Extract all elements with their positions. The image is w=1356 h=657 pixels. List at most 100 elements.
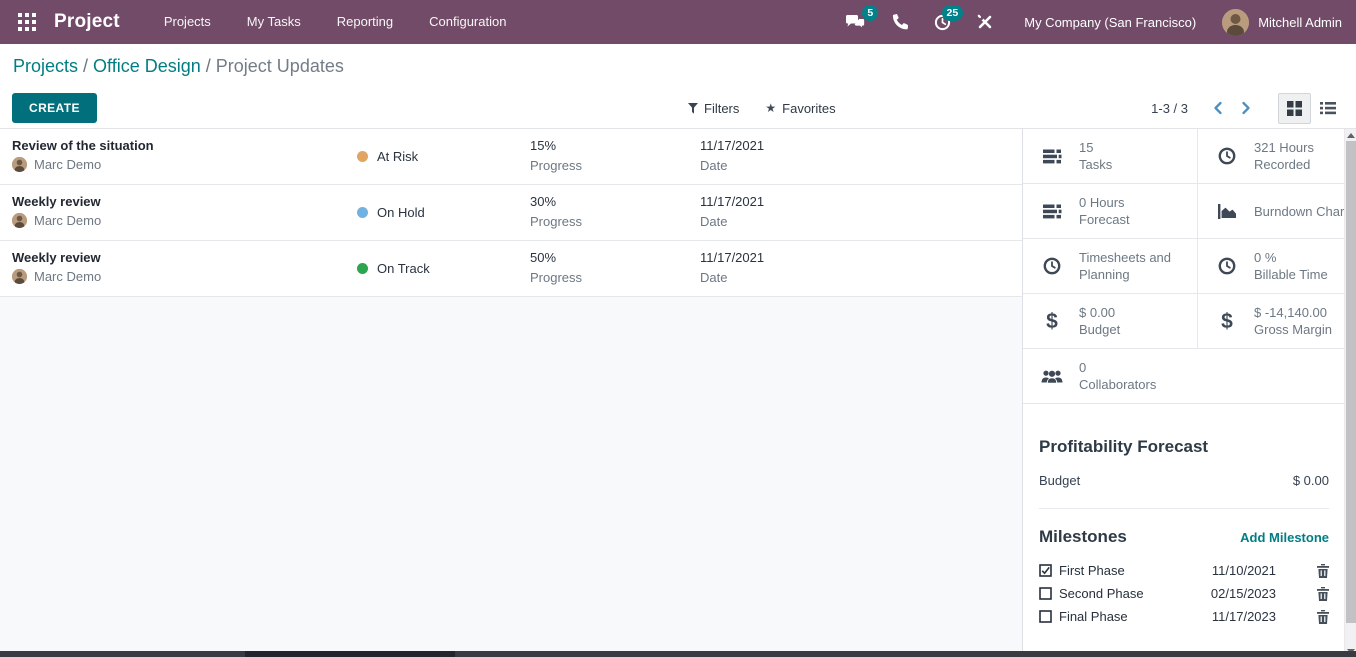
status-block: On Track <box>357 241 430 296</box>
stat-label: Forecast <box>1079 212 1130 227</box>
status-label: On Track <box>377 261 430 276</box>
author-avatar <box>12 213 27 228</box>
main-area: Review of the situation Marc Demo At Ris… <box>0 129 1356 657</box>
update-row[interactable]: Weekly review Marc Demo On Hold 30% Prog… <box>0 185 1022 241</box>
milestones-list: First Phase 11/10/2021 Second Phase 02 <box>1039 559 1329 628</box>
stat-value: 0 Hours <box>1079 195 1125 210</box>
update-row[interactable]: Review of the situation Marc Demo At Ris… <box>0 129 1022 185</box>
date-value: 11/17/2021 <box>700 138 764 153</box>
milestone-date: 02/15/2023 <box>1200 586 1276 601</box>
app-title: Project <box>54 11 120 33</box>
activities-icon[interactable]: 25 <box>921 14 964 31</box>
dollar-icon: $ <box>1040 311 1064 332</box>
messages-icon[interactable]: 5 <box>832 14 879 31</box>
apps-grid-icon[interactable] <box>12 13 42 31</box>
date-block: 11/17/2021 Date <box>700 250 764 285</box>
milestone-row: First Phase 11/10/2021 <box>1039 559 1329 582</box>
stat-gross-margin[interactable]: $ $ -14,140.00Gross Margin <box>1197 294 1356 349</box>
scrollbar-thumb[interactable] <box>1346 141 1356 623</box>
profitability-title: Profitability Forecast <box>1039 437 1329 457</box>
list-view-button[interactable] <box>1311 93 1344 124</box>
progress-value: 30% <box>530 194 582 209</box>
stat-budget[interactable]: $ $ 0.00 Budget <box>1023 294 1197 349</box>
menu-configuration[interactable]: Configuration <box>411 0 524 44</box>
update-row[interactable]: Weekly review Marc Demo On Track 50% Pro… <box>0 241 1022 297</box>
stat-value: $ 0.00 <box>1079 305 1115 320</box>
messages-badge: 5 <box>862 5 878 22</box>
stat-hours-forecast[interactable]: 0 Hours Forecast <box>1023 184 1197 239</box>
filters-label: Filters <box>704 101 739 116</box>
menu-reporting[interactable]: Reporting <box>319 0 411 44</box>
milestone-name[interactable]: First Phase <box>1059 563 1200 578</box>
stat-billable-time[interactable]: 0 %Billable Time <box>1197 239 1356 294</box>
date-value: 11/17/2021 <box>700 250 764 265</box>
add-milestone-link[interactable]: Add Milestone <box>1240 530 1329 545</box>
company-switcher[interactable]: My Company (San Francisco) <box>1024 15 1196 30</box>
breadcrumb-current: Project Updates <box>216 56 344 76</box>
menu-my-tasks[interactable]: My Tasks <box>229 0 319 44</box>
breadcrumb-projects[interactable]: Projects <box>13 56 78 76</box>
trash-icon[interactable] <box>1317 564 1329 578</box>
progress-value: 50% <box>530 250 582 265</box>
milestone-checkbox[interactable] <box>1039 610 1052 623</box>
date-label: Date <box>700 158 764 173</box>
status-dot <box>357 151 368 162</box>
milestone-date: 11/17/2023 <box>1200 609 1276 624</box>
kanban-view-button[interactable] <box>1278 93 1311 124</box>
control-bar: CREATE Filters ★ Favorites 1-3 / 3 <box>0 88 1356 129</box>
stat-hours-recorded[interactable]: 321 HoursRecorded <box>1197 129 1356 184</box>
top-navbar: Project Projects My Tasks Reporting Conf… <box>0 0 1356 44</box>
breadcrumb-row: Projects/Office Design/Project Updates <box>0 44 1356 88</box>
stat-value: 321 Hours <box>1254 140 1314 155</box>
pager-previous-icon[interactable] <box>1204 97 1232 119</box>
updates-list: Review of the situation Marc Demo At Ris… <box>0 129 1022 657</box>
stat-label: Budget <box>1079 322 1120 337</box>
filters-button[interactable]: Filters <box>688 101 739 116</box>
panel-scrollbar[interactable] <box>1344 129 1356 657</box>
scrollbar-up-icon[interactable] <box>1345 129 1356 141</box>
milestone-name[interactable]: Second Phase <box>1059 586 1200 601</box>
menu-projects[interactable]: Projects <box>146 0 229 44</box>
author-name: Marc Demo <box>34 213 101 228</box>
stat-value: 15 <box>1079 140 1093 155</box>
tasks-icon <box>1040 204 1064 219</box>
date-block: 11/17/2021 Date <box>700 194 764 229</box>
progress-label: Progress <box>530 214 582 229</box>
status-dot <box>357 207 368 218</box>
stat-timesheets-planning[interactable]: Timesheets and Planning <box>1023 239 1197 294</box>
kanban-icon <box>1287 101 1302 116</box>
stat-label: Collaborators <box>1079 377 1156 392</box>
milestone-checkbox[interactable] <box>1039 564 1052 577</box>
favorites-button[interactable]: ★ Favorites <box>765 101 835 116</box>
clock-icon <box>1215 257 1239 275</box>
user-menu[interactable]: Mitchell Admin <box>1222 9 1342 36</box>
progress-block: 30% Progress <box>530 194 582 229</box>
view-switcher <box>1278 93 1344 124</box>
profitability-budget-label: Budget <box>1039 473 1080 488</box>
update-title-block: Weekly review Marc Demo <box>12 194 101 228</box>
trash-icon[interactable] <box>1317 587 1329 601</box>
stat-collaborators[interactable]: 0Collaborators <box>1023 349 1356 404</box>
people-icon <box>1040 369 1064 384</box>
trash-icon[interactable] <box>1317 610 1329 624</box>
milestone-checkbox[interactable] <box>1039 587 1052 600</box>
progress-value: 15% <box>530 138 582 153</box>
breadcrumb-office-design[interactable]: Office Design <box>93 56 201 76</box>
clock-icon <box>1040 257 1064 275</box>
author-name: Marc Demo <box>34 269 101 284</box>
create-button[interactable]: CREATE <box>12 93 97 123</box>
phone-icon[interactable] <box>879 14 921 30</box>
tools-icon[interactable] <box>964 14 1006 30</box>
stat-burndown-chart[interactable]: Burndown Chart <box>1197 184 1356 239</box>
stat-tasks[interactable]: 15Tasks <box>1023 129 1197 184</box>
window-bottom-edge <box>0 651 1356 657</box>
author-avatar <box>12 157 27 172</box>
pager-next-icon[interactable] <box>1232 97 1260 119</box>
stats-grid: 15Tasks 321 HoursRecorded <box>1023 129 1345 404</box>
status-label: On Hold <box>377 205 425 220</box>
activities-badge: 25 <box>942 5 964 22</box>
progress-block: 15% Progress <box>530 138 582 173</box>
milestone-name[interactable]: Final Phase <box>1059 609 1200 624</box>
milestones-title: Milestones <box>1039 527 1127 547</box>
stat-value: $ -14,140.00 <box>1254 305 1327 320</box>
